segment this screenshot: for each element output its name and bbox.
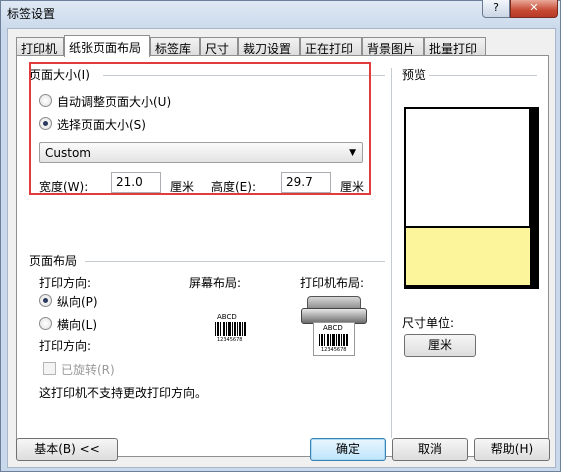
tab-panel: 页面大小(I) 自动调整页面大小(U) 选择页面大小(S) Custom ▼ 宽…: [16, 55, 549, 457]
portrait-radio[interactable]: [39, 294, 52, 307]
screen-barcode-number: 12345678: [217, 337, 243, 343]
printer-icon: ABCD 12345678: [299, 296, 369, 356]
tab-batch-print[interactable]: 批量打印: [424, 37, 486, 56]
units-label: 尺寸单位:: [402, 316, 455, 330]
dialog-client: 打印机 纸张页面布局 标签库 尺寸 裁刀设置 正在打印 背景图片 批量打印 页面…: [7, 28, 556, 468]
page-layout-group-label: 页面布局: [29, 254, 78, 268]
print-direction-label: 打印方向:: [39, 276, 92, 290]
screen-barcode-icon: ABCD 12345678: [213, 313, 249, 345]
tab-paper-layout[interactable]: 纸张页面布局: [64, 35, 150, 57]
landscape-label[interactable]: 横向(L): [57, 316, 97, 333]
window-title: 标签设置: [7, 7, 56, 21]
screen-layout-label: 屏幕布局:: [189, 276, 242, 290]
landscape-radio[interactable]: [39, 317, 52, 330]
help-button[interactable]: 帮助(H): [474, 438, 550, 461]
tab-background[interactable]: 背景图片: [362, 37, 424, 56]
help-title-button[interactable]: ?: [482, 0, 510, 18]
screen-barcode-bars: [215, 322, 246, 336]
close-button[interactable]: ✕: [510, 0, 558, 18]
label-settings-dialog: 标签设置 ? ✕ 打印机 纸张页面布局 标签库 尺寸 裁刀设置 正在打印 背景图…: [0, 0, 561, 472]
portrait-label[interactable]: 纵向(P): [57, 293, 98, 310]
units-button[interactable]: 厘米: [404, 334, 476, 357]
vertical-divider: [391, 68, 392, 438]
printer-layout-label: 打印机布局:: [300, 276, 365, 290]
preview-page-yellow: [406, 228, 530, 285]
title-bar: 标签设置 ? ✕: [1, 0, 560, 25]
tab-printer[interactable]: 打印机: [16, 37, 64, 56]
tab-label-library[interactable]: 标签库: [150, 37, 200, 56]
page-preview: [404, 107, 539, 289]
printer-barcode-bars: [319, 334, 348, 346]
preview-label: 预览: [402, 68, 427, 82]
preview-page-white: [406, 109, 530, 227]
ok-button[interactable]: 确定: [310, 438, 386, 461]
cancel-button[interactable]: 取消: [392, 438, 468, 461]
page-layout-divider: [85, 261, 385, 262]
tab-printing[interactable]: 正在打印: [300, 37, 362, 56]
tab-cutter[interactable]: 裁刀设置: [238, 37, 300, 56]
preview-divider: [429, 75, 537, 76]
rotated-label: 已旋转(R): [61, 363, 115, 377]
orientation-note: 这打印机不支持更改打印方向。: [39, 386, 208, 400]
printer-barcode-text: ABCD: [323, 324, 343, 332]
tab-size[interactable]: 尺寸: [200, 37, 238, 56]
highlight-box: [29, 62, 371, 195]
screen-barcode-text: ABCD: [217, 313, 237, 321]
printer-barcode-number: 12345678: [321, 347, 347, 353]
rotated-checkbox[interactable]: [43, 362, 56, 375]
print-direction-label-2: 打印方向:: [39, 339, 92, 353]
basic-button[interactable]: 基本(B) <<: [16, 438, 118, 461]
